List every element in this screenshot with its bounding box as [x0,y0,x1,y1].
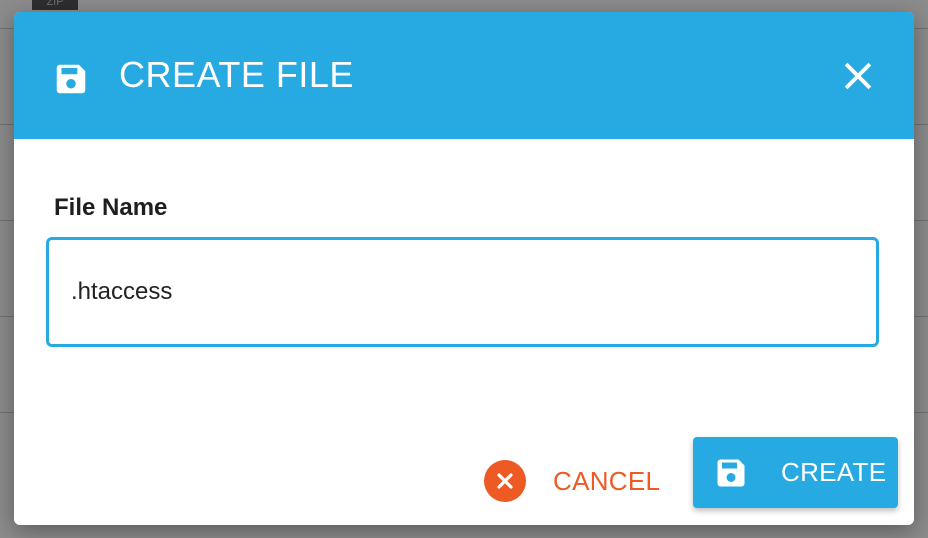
create-label: CREATE [781,457,887,487]
create-file-dialog: CREATE FILE File Name CANCEL [14,12,914,525]
cancel-button[interactable]: CANCEL [484,453,660,509]
cancel-circle-icon [484,460,526,502]
save-icon [713,455,749,491]
file-name-label: File Name [54,194,168,221]
close-icon[interactable] [840,58,876,94]
cancel-label: CANCEL [553,466,661,496]
dialog-header: CREATE FILE [14,12,914,139]
save-icon [52,60,90,98]
create-button[interactable]: CREATE [693,437,898,508]
file-name-input[interactable] [46,237,879,347]
dialog-title: CREATE FILE [119,54,354,95]
dialog-body: File Name CANCEL CREATE [14,139,914,525]
